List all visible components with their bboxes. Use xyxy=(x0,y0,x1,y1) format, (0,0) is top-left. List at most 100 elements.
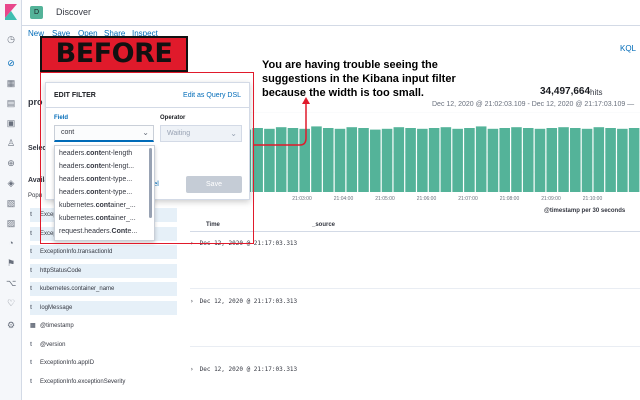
histogram-bar[interactable] xyxy=(558,127,569,192)
calendar-icon: ▦ xyxy=(30,323,36,329)
row-divider xyxy=(190,346,640,347)
histogram-bar[interactable] xyxy=(628,128,640,192)
dashboard-icon[interactable]: ▤ xyxy=(6,98,16,108)
siem-icon[interactable]: ⚑ xyxy=(6,258,16,268)
sidebar-field-name: httpStatusCode xyxy=(40,267,82,274)
x-tick-label: 21:08:00 xyxy=(500,196,520,202)
histogram-bar[interactable] xyxy=(346,127,358,192)
histogram-bar[interactable] xyxy=(593,127,605,192)
sidebar-field-name: ExceptionInfo.appID xyxy=(40,360,95,366)
chevron-right-icon[interactable]: › xyxy=(190,298,194,305)
x-tick-label: 21:03:00 xyxy=(292,196,312,202)
histogram-chart: 21:03:00 21:04:00 21:05:00 21:06:00 21:07:00… xyxy=(240,112,640,202)
string-type-icon: t xyxy=(30,212,32,218)
string-type-icon: t xyxy=(30,378,32,385)
histogram-bar[interactable] xyxy=(358,128,369,192)
apm-icon[interactable]: ▨ xyxy=(6,218,16,228)
source-column-header: _source xyxy=(312,222,336,228)
histogram-bar[interactable] xyxy=(428,128,440,192)
sidebar-field-item[interactable]: t ExceptionInfo.appID xyxy=(30,356,177,370)
visualize-icon[interactable]: ▦ xyxy=(6,78,16,88)
x-tick-label: 21:09:00 xyxy=(541,196,561,202)
before-label: BEFORE xyxy=(55,38,173,69)
kibana-logo-icon[interactable] xyxy=(4,4,18,20)
sidebar-field-name: ExceptionInfo.transactionId xyxy=(40,249,113,255)
ml-icon[interactable]: ◈ xyxy=(6,178,16,188)
app-title: Discover xyxy=(56,7,92,17)
histogram-bar[interactable] xyxy=(334,128,346,192)
sidebar-field-item[interactable]: t httpStatusCode xyxy=(30,263,177,278)
top-header: D Discover xyxy=(22,0,640,26)
nav-rail: ◷ ⊘ ▦ ▤ ▣ ♙ ⊕ ◈ ▧ ▨ ◔ ⚑ ⌥ ♡ ⚙ xyxy=(0,0,22,400)
hits-count: 34,497,664 xyxy=(540,86,591,97)
monitoring-icon[interactable]: ♡ xyxy=(6,298,16,308)
settings-icon[interactable]: ⚙ xyxy=(6,320,16,330)
histogram-bar[interactable] xyxy=(522,128,534,192)
chevron-right-icon[interactable]: › xyxy=(190,366,194,373)
sidebar-field-item[interactable]: t ExceptionInfo.transactionId xyxy=(30,245,177,259)
space-avatar[interactable]: D xyxy=(30,6,43,19)
logs-icon[interactable]: ▧ xyxy=(6,198,16,208)
histogram-bar[interactable] xyxy=(464,128,475,192)
histogram-bar[interactable] xyxy=(581,128,593,192)
histogram-bar[interactable] xyxy=(617,128,628,192)
before-label-box: BEFORE xyxy=(40,36,188,72)
x-tick-label: 21:04:00 xyxy=(334,196,354,202)
histogram-bar[interactable] xyxy=(440,127,452,192)
histogram-bar[interactable] xyxy=(275,127,287,192)
histogram-bar[interactable] xyxy=(570,128,581,192)
histogram-bar[interactable] xyxy=(405,128,416,192)
row-divider xyxy=(190,288,640,289)
sidebar-field-name: @timestamp xyxy=(40,323,74,329)
histogram-bar[interactable] xyxy=(370,129,381,192)
histogram-bar[interactable] xyxy=(264,128,275,192)
table-row[interactable]: › Dec 12, 2020 @ 21:17:03.313 xyxy=(190,298,640,305)
sidebar-field-item[interactable]: t kubernetes.container_name xyxy=(30,282,177,296)
string-type-icon: t xyxy=(30,304,32,311)
sidebar-field-name: kubernetes.container_name xyxy=(40,286,115,292)
histogram-bar[interactable] xyxy=(322,128,334,192)
compass-icon[interactable]: ⊘ xyxy=(6,58,16,68)
sidebar-field-item[interactable]: t @version xyxy=(30,338,177,352)
sidebar-field-item[interactable]: ▦ @timestamp xyxy=(30,319,177,333)
uptime-icon[interactable]: ◔ xyxy=(6,238,16,248)
sidebar-field-item[interactable]: t ExceptionInfo.exceptionSeverity xyxy=(30,375,177,389)
histogram-bar[interactable] xyxy=(534,128,546,192)
x-tick-label: 21:10:00 xyxy=(583,196,603,202)
histogram-bar[interactable] xyxy=(499,128,510,192)
histogram-bar[interactable] xyxy=(381,128,393,192)
x-tick-label: 21:06:00 xyxy=(417,196,437,202)
sidebar-field-name: @version xyxy=(40,341,66,348)
row-timestamp: Dec 12, 2020 @ 21:17:03.313 xyxy=(199,366,298,373)
histogram-bar[interactable] xyxy=(475,126,487,192)
hits-label: hits xyxy=(590,88,603,97)
histogram-bar[interactable] xyxy=(452,128,463,192)
sidebar-field-name: logMessage xyxy=(40,304,73,311)
histogram-bar[interactable] xyxy=(511,127,522,192)
histogram-bar[interactable] xyxy=(287,128,299,192)
canvas-icon[interactable]: ▣ xyxy=(6,118,16,128)
histogram-bar[interactable] xyxy=(546,128,558,192)
table-row[interactable]: › Dec 12, 2020 @ 21:17:03.313 xyxy=(190,240,640,247)
clock-icon[interactable]: ◷ xyxy=(6,34,16,44)
histogram-bar[interactable] xyxy=(605,128,616,192)
maps-icon[interactable]: ⊕ xyxy=(6,158,16,168)
string-type-icon: t xyxy=(30,267,32,274)
histogram-bar[interactable] xyxy=(299,128,310,192)
histogram-bar[interactable] xyxy=(487,128,499,192)
devtools-icon[interactable]: ⌥ xyxy=(6,278,16,288)
string-type-icon: t xyxy=(30,249,32,255)
histogram-bar[interactable] xyxy=(311,126,322,192)
annotation-frame xyxy=(40,72,254,244)
table-row[interactable]: › Dec 12, 2020 @ 21:17:03.313 xyxy=(190,366,640,373)
user-icon[interactable]: ♙ xyxy=(6,138,16,148)
string-type-icon: t xyxy=(30,360,32,366)
query-language-toggle[interactable]: KQL xyxy=(620,44,636,53)
histogram-bar[interactable] xyxy=(393,127,405,192)
string-type-icon: t xyxy=(30,230,32,237)
x-tick-label: 21:05:00 xyxy=(375,196,395,202)
chart-x-axis-title: @timestamp per 30 seconds xyxy=(544,208,626,214)
sidebar-field-item[interactable]: t logMessage xyxy=(30,300,177,315)
histogram-bar[interactable] xyxy=(417,128,428,192)
annotation-callout: You are having trouble seeing the sugges… xyxy=(262,59,456,99)
